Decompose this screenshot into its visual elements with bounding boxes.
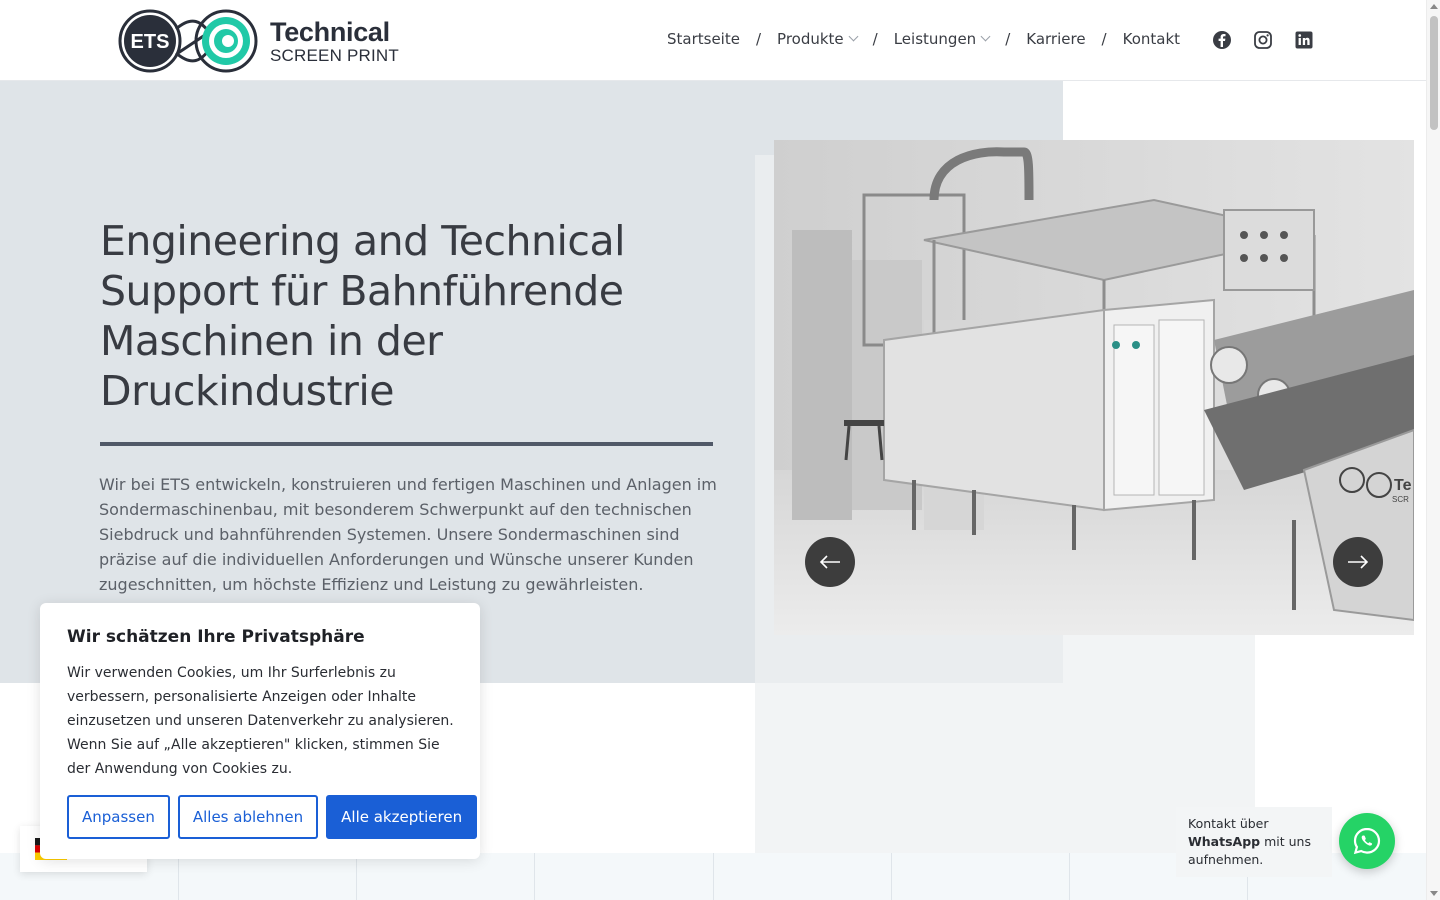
logo-line-screen-print: SCREEN PRINT [270,45,399,65]
arrow-left-icon [819,555,840,569]
nav-leistungen[interactable]: Leistungen [894,30,991,48]
cookie-reject-button[interactable]: Alles ablehnen [177,795,319,839]
hero-description: Wir bei ETS entwickeln, konstruieren und… [99,475,717,594]
cookie-customize-button[interactable]: Anpassen [67,795,170,839]
cookie-accept-button[interactable]: Alle akzeptieren [326,795,478,839]
chevron-down-icon [848,31,859,42]
cookie-text: Wir verwenden Cookies, um Ihr Surferlebn… [67,665,454,777]
nav-kontakt[interactable]: Kontakt [1123,30,1180,48]
scroll-up-arrow-icon[interactable] [1430,4,1438,9]
image-carousel: Te SCR [774,140,1414,635]
cookie-consent-dialog: Wir schätzen Ihre Privatsphäre Wir verwe… [40,603,480,859]
arrow-right-icon [1348,555,1369,569]
facebook-icon[interactable] [1212,30,1232,50]
social-links [1212,30,1314,50]
carousel-next-button[interactable] [1333,537,1383,587]
cookie-title: Wir schätzen Ihre Privatsphäre [67,627,365,647]
whatsapp-button[interactable] [1339,813,1395,869]
scroll-thumb[interactable] [1430,16,1438,130]
scroll-down-arrow-icon[interactable] [1430,891,1438,896]
nav-produkte[interactable]: Produkte [777,30,859,48]
machine-logo-text: Te [1394,477,1412,494]
chevron-down-icon [980,31,991,42]
hero-divider [100,442,713,446]
logo-line-technical: Technical [270,16,390,47]
whatsapp-icon [1353,827,1381,855]
hero-title: Engineering and Technical Support für Ba… [100,217,625,415]
instagram-icon[interactable] [1253,30,1273,50]
main-nav: Startseite / Produkte / Leistungen / Kar… [667,30,1181,48]
whatsapp-contact-label: Kontakt über WhatsApp mit uns aufnehmen. [1176,807,1332,877]
page-scrollbar[interactable] [1426,0,1440,900]
site-logo[interactable]: ETS Technical SCREEN PRINT [118,9,399,73]
ets-logo-mark: ETS [118,9,260,73]
svg-text:ETS: ETS [131,31,170,53]
machine-logo-subtext: SCR [1392,495,1409,504]
carousel-prev-button[interactable] [805,537,855,587]
printing-machine-photo: Te SCR [774,140,1414,635]
nav-startseite[interactable]: Startseite [667,30,740,48]
site-header: ETS Technical SCREEN PRINT Startseite / … [0,0,1426,81]
nav-karriere[interactable]: Karriere [1026,30,1085,48]
linkedin-icon[interactable] [1294,30,1314,50]
